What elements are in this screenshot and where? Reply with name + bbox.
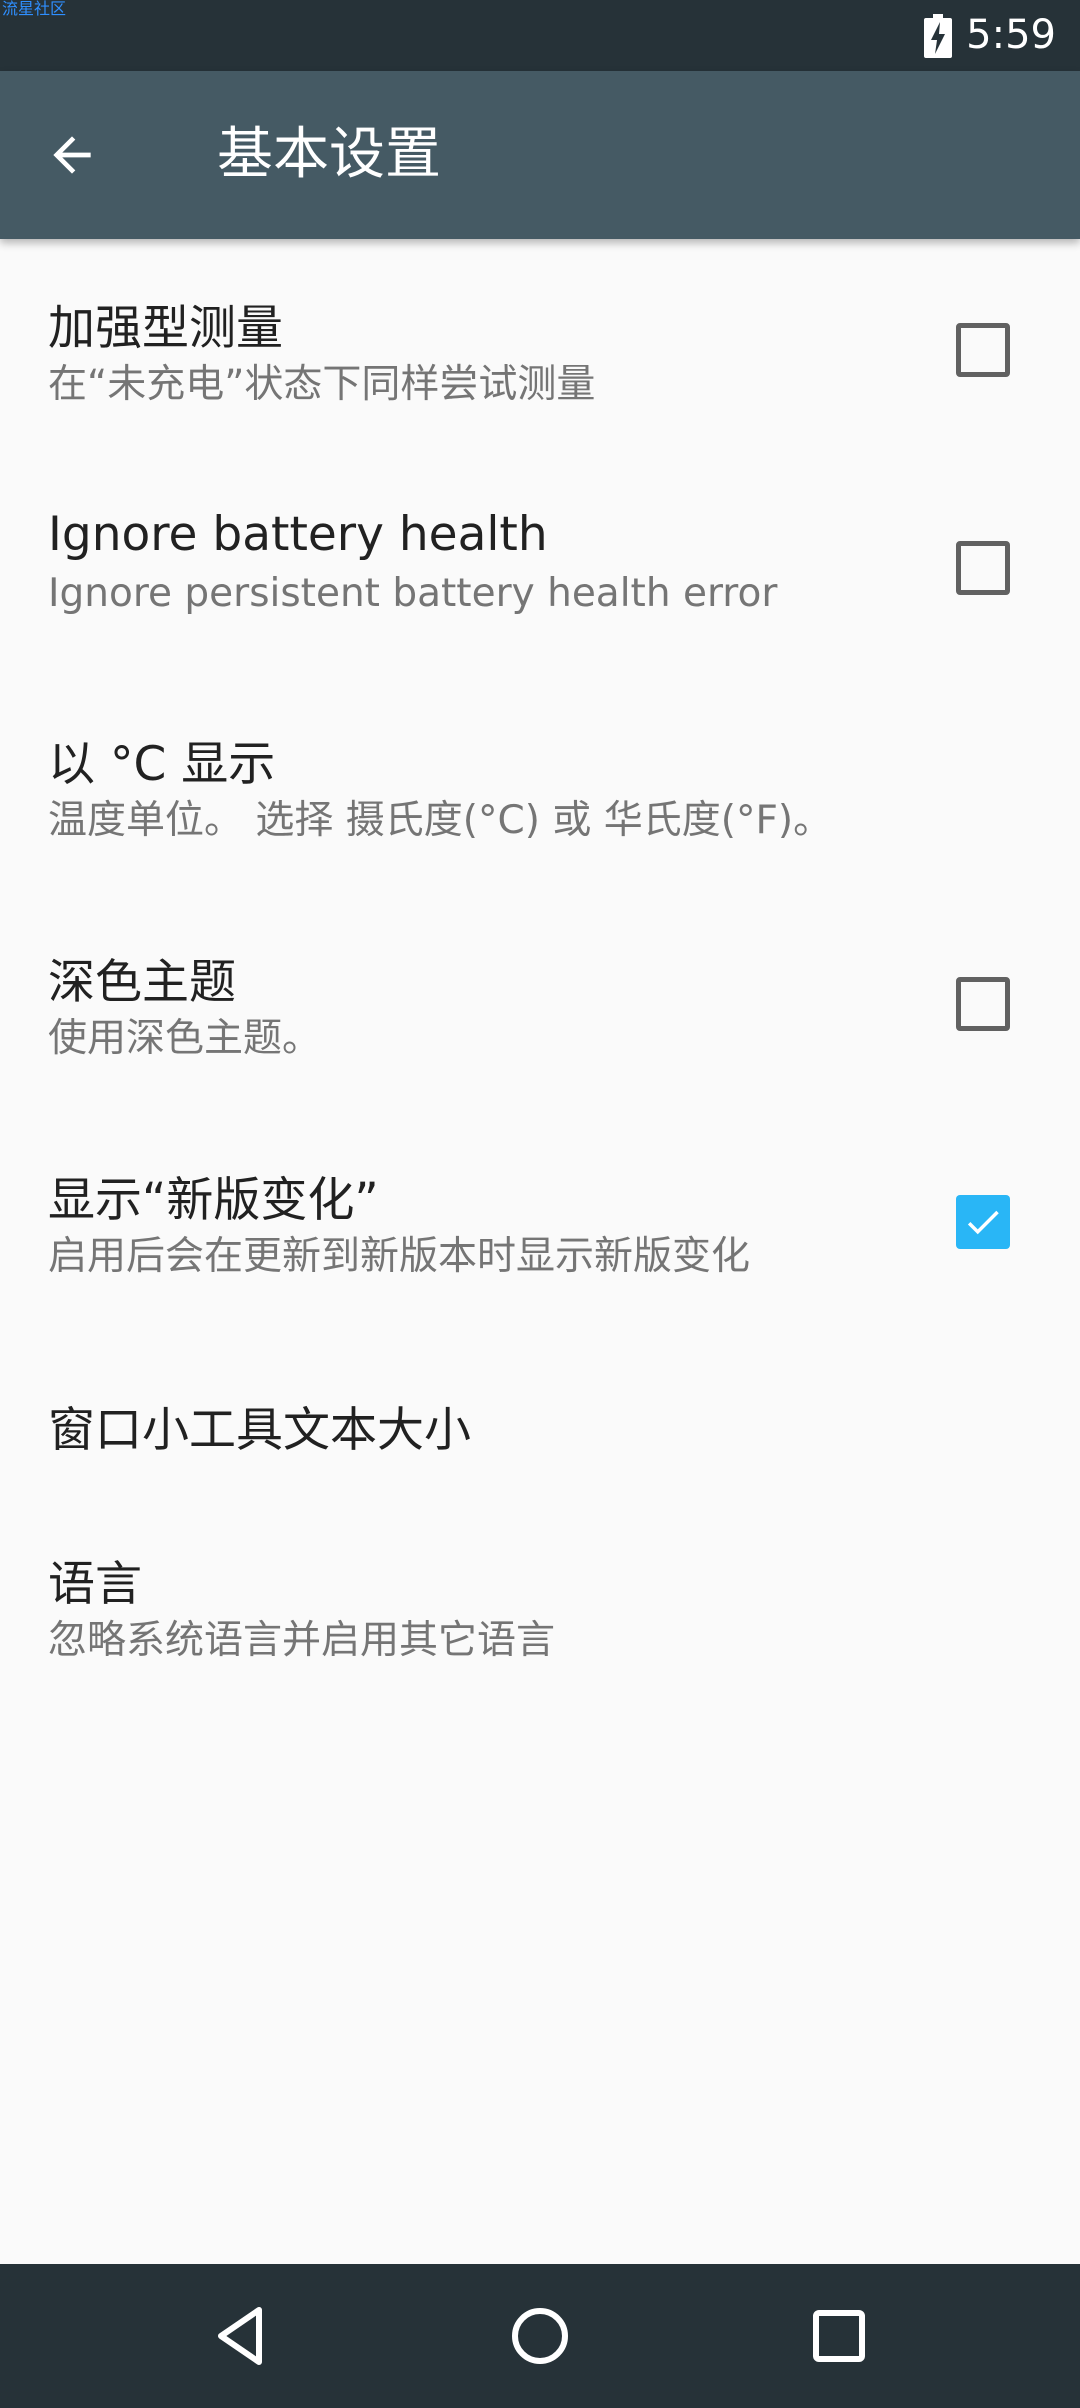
pref-summary: Ignore persistent battery health error	[48, 571, 778, 616]
enhanced-measurement-checkbox[interactable]	[956, 323, 1010, 377]
watermark-text: 流星社区	[2, 0, 67, 18]
pref-ignore-battery-health[interactable]: Ignore battery health Ignore persistent …	[0, 457, 1080, 675]
pref-show-changelog[interactable]: 显示“新版变化” 启用后会在更新到新版本时显示新版变化	[0, 1111, 1080, 1329]
page-title: 基本设置	[217, 122, 441, 187]
dark-theme-checkbox[interactable]	[956, 977, 1010, 1031]
app-bar: 基本设置	[0, 71, 1080, 239]
pref-title: 显示“新版变化”	[48, 1173, 379, 1228]
pref-title: 深色主题	[48, 955, 236, 1010]
pref-enhanced-measurement[interactable]: 加强型测量 在“未充电”状态下同样尝试测量	[0, 239, 1080, 457]
pref-title: 语言	[48, 1557, 142, 1612]
pref-summary: 启用后会在更新到新版本时显示新版变化	[48, 1234, 751, 1279]
navigation-bar	[0, 2264, 1080, 2408]
pref-language[interactable]: 语言 忽略系统语言并启用其它语言	[0, 1505, 1080, 1723]
pref-summary: 忽略系统语言并启用其它语言	[48, 1618, 556, 1663]
back-button[interactable]	[30, 113, 114, 197]
pref-dark-theme[interactable]: 深色主题 使用深色主题。	[0, 893, 1080, 1111]
battery-charging-icon	[924, 13, 953, 58]
pref-temperature-unit[interactable]: 以 °C 显示 温度单位。 选择 摄氏度(°C) 或 华氏度(°F)。	[0, 675, 1080, 893]
status-time: 5:59	[966, 12, 1056, 58]
pref-title: 以 °C 显示	[48, 737, 276, 792]
nav-back-triangle-icon	[218, 2307, 262, 2365]
pref-summary: 在“未充电”状态下同样尝试测量	[48, 362, 596, 407]
checkmark-icon	[967, 1210, 999, 1235]
ignore-battery-health-checkbox[interactable]	[956, 541, 1010, 595]
nav-back-button[interactable]	[207, 2300, 279, 2372]
show-changelog-checkbox[interactable]	[956, 1195, 1010, 1249]
pref-title: Ignore battery health	[48, 507, 548, 562]
status-bar: 流星社区 5:59	[0, 0, 1080, 71]
nav-home-button[interactable]	[504, 2300, 576, 2372]
nav-recents-square-icon	[813, 2310, 865, 2362]
status-indicators: 5:59	[924, 0, 1056, 71]
pref-title: 加强型测量	[48, 301, 283, 356]
pref-title: 窗口小工具文本大小	[48, 1403, 471, 1458]
nav-home-circle-icon	[512, 2308, 568, 2364]
nav-recents-button[interactable]	[803, 2300, 875, 2372]
pref-widget-text-size[interactable]: 窗口小工具文本大小	[0, 1329, 1080, 1505]
pref-summary: 温度单位。 选择 摄氏度(°C) 或 华氏度(°F)。	[48, 798, 833, 843]
arrow-left-icon	[53, 136, 91, 174]
pref-summary: 使用深色主题。	[48, 1016, 322, 1061]
